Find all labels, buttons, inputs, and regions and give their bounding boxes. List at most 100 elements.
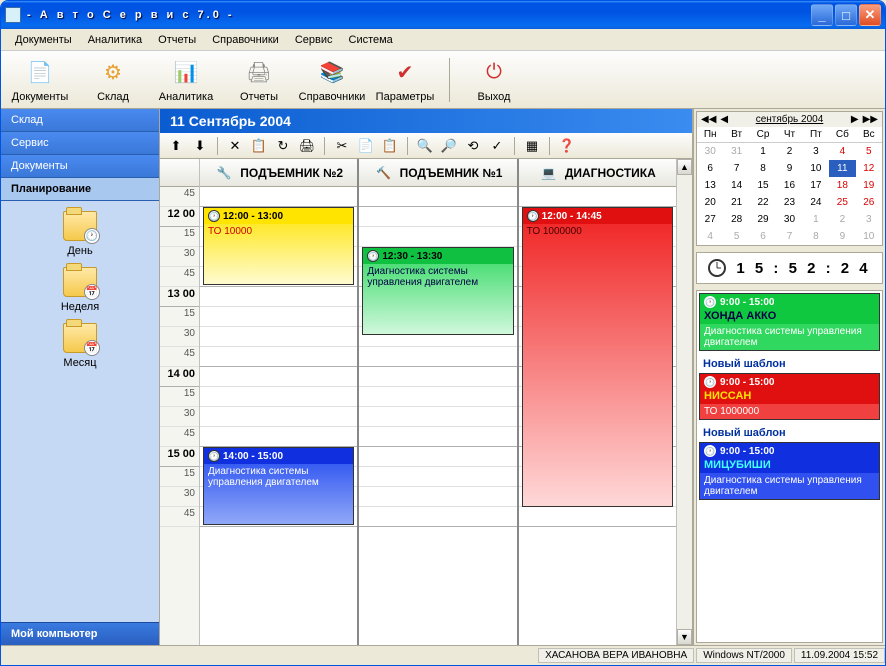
cal-day[interactable]: 22 — [750, 194, 776, 211]
vertical-scrollbar[interactable]: ▲ ▼ — [676, 159, 692, 645]
resource-grid[interactable]: 🕐12:00 - 13:00ТО 10000 🕐14:00 - 15:00Диаг… — [200, 187, 357, 527]
menu-1[interactable]: Аналитика — [80, 32, 150, 48]
caltb-3[interactable]: ✕ — [225, 136, 245, 156]
toolbar-Справочники[interactable]: 📚Справочники — [297, 53, 367, 107]
toolbar-Склад[interactable]: ⚙Склад — [78, 53, 148, 107]
cal-day[interactable]: 7 — [776, 228, 802, 245]
cal-day[interactable]: 24 — [803, 194, 829, 211]
cal-day[interactable]: 18 — [829, 177, 855, 194]
caltb-10[interactable]: 📋 — [380, 136, 400, 156]
toolbar-Выход[interactable]: ⏻Выход — [459, 53, 529, 107]
cal-day[interactable]: 17 — [803, 177, 829, 194]
caltb-5[interactable]: ↻ — [273, 136, 293, 156]
toolbar-Отчеты[interactable]: 🖨Отчеты — [224, 53, 294, 107]
sidebar-folder-День[interactable]: 🕐День — [45, 211, 115, 257]
caltb-15[interactable]: ✓ — [487, 136, 507, 156]
cal-next-month[interactable]: ▶ — [849, 114, 861, 125]
caltb-0[interactable]: ⬆ — [166, 136, 186, 156]
cal-day[interactable]: 5 — [856, 143, 882, 160]
cal-day[interactable]: 30 — [697, 143, 723, 160]
sidebar-item-0[interactable]: Склад — [1, 109, 159, 132]
template-item[interactable]: 🕐9:00 - 15:00МИЦУБИШИДиагностика системы… — [699, 442, 880, 500]
toolbar-Параметры[interactable]: ✔Параметры — [370, 53, 440, 107]
cal-day[interactable]: 14 — [723, 177, 749, 194]
cal-day[interactable]: 11 — [829, 160, 855, 177]
caltb-13[interactable]: 🔎 — [439, 136, 459, 156]
sidebar-item-3[interactable]: Планирование — [1, 178, 159, 201]
template-item[interactable]: 🕐9:00 - 15:00НИССАНТО 1000000 — [699, 373, 880, 420]
cal-day[interactable]: 3 — [856, 211, 882, 228]
cal-prev-month[interactable]: ◀ — [718, 114, 730, 125]
resource-grid[interactable]: 🕐12:00 - 14:45ТО 1000000 — [519, 187, 676, 527]
cal-day[interactable]: 8 — [803, 228, 829, 245]
cal-prev-year[interactable]: ◀◀ — [699, 114, 718, 125]
cal-day[interactable]: 13 — [697, 177, 723, 194]
cal-day[interactable]: 3 — [803, 143, 829, 160]
menu-3[interactable]: Справочники — [204, 32, 287, 48]
cal-day[interactable]: 10 — [856, 228, 882, 245]
caltb-4[interactable]: 📋 — [249, 136, 269, 156]
cal-day[interactable]: 20 — [697, 194, 723, 211]
cal-day[interactable]: 2 — [829, 211, 855, 228]
resource-header[interactable]: 🔨ПОДЪЕМНИК №1 — [359, 159, 516, 187]
resource-header[interactable]: 🔧ПОДЪЕМНИК №2 — [200, 159, 357, 187]
cal-day[interactable]: 10 — [803, 160, 829, 177]
menu-0[interactable]: Документы — [7, 32, 80, 48]
cal-day[interactable]: 9 — [776, 160, 802, 177]
caltb-17[interactable]: ▦ — [522, 136, 542, 156]
appointment[interactable]: 🕐12:30 - 13:30Диагностика системы управл… — [362, 247, 513, 335]
cal-day[interactable]: 19 — [856, 177, 882, 194]
caltb-1[interactable]: ⬇ — [190, 136, 210, 156]
menu-2[interactable]: Отчеты — [150, 32, 204, 48]
caltb-14[interactable]: ⟲ — [463, 136, 483, 156]
cal-day[interactable]: 8 — [750, 160, 776, 177]
cal-day[interactable]: 25 — [829, 194, 855, 211]
appointment[interactable]: 🕐14:00 - 15:00Диагностика системы управл… — [203, 447, 354, 525]
sidebar-item-1[interactable]: Сервис — [1, 132, 159, 155]
cal-day[interactable]: 16 — [776, 177, 802, 194]
sidebar-folder-Месяц[interactable]: 📅Месяц — [45, 323, 115, 369]
caltb-6[interactable]: 🖨 — [297, 136, 317, 156]
toolbar-Аналитика[interactable]: 📊Аналитика — [151, 53, 221, 107]
sidebar-item-2[interactable]: Документы — [1, 155, 159, 178]
close-button[interactable]: ✕ — [859, 4, 881, 26]
cal-day[interactable]: 6 — [750, 228, 776, 245]
cal-day[interactable]: 21 — [723, 194, 749, 211]
sidebar-footer[interactable]: Мой компьютер — [1, 622, 159, 645]
resource-grid[interactable]: 🕐12:30 - 13:30Диагностика системы управл… — [359, 187, 516, 527]
cal-day[interactable]: 4 — [697, 228, 723, 245]
resource-header[interactable]: 💻ДИАГНОСТИКА — [519, 159, 676, 187]
cal-day[interactable]: 6 — [697, 160, 723, 177]
menu-4[interactable]: Сервис — [287, 32, 341, 48]
cal-day[interactable]: 31 — [723, 143, 749, 160]
cal-day[interactable]: 12 — [856, 160, 882, 177]
caltb-8[interactable]: ✂ — [332, 136, 352, 156]
cal-day[interactable]: 9 — [829, 228, 855, 245]
caltb-19[interactable]: ❓ — [557, 136, 577, 156]
cal-day[interactable]: 26 — [856, 194, 882, 211]
cal-day[interactable]: 23 — [776, 194, 802, 211]
month-calendar[interactable]: ◀◀ ◀ сентябрь 2004 ▶ ▶▶ ПнВтСрЧтПтСбВс 3… — [696, 111, 883, 246]
minimize-button[interactable]: _ — [811, 4, 833, 26]
cal-day[interactable]: 7 — [723, 160, 749, 177]
cal-day[interactable]: 30 — [776, 211, 802, 228]
cal-day[interactable]: 5 — [723, 228, 749, 245]
caltb-12[interactable]: 🔍 — [415, 136, 435, 156]
toolbar-Документы[interactable]: 📄Документы — [5, 53, 75, 107]
cal-day[interactable]: 4 — [829, 143, 855, 160]
cal-day[interactable]: 15 — [750, 177, 776, 194]
appointment[interactable]: 🕐12:00 - 13:00ТО 10000 — [203, 207, 354, 285]
cal-day[interactable]: 28 — [723, 211, 749, 228]
cal-next-year[interactable]: ▶▶ — [861, 114, 880, 125]
menu-5[interactable]: Система — [341, 32, 401, 48]
cal-title[interactable]: сентябрь 2004 — [730, 114, 849, 125]
cal-day[interactable]: 1 — [750, 143, 776, 160]
cal-day[interactable]: 27 — [697, 211, 723, 228]
appointment[interactable]: 🕐12:00 - 14:45ТО 1000000 — [522, 207, 673, 507]
sidebar-folder-Неделя[interactable]: 📅Неделя — [45, 267, 115, 313]
cal-day[interactable]: 29 — [750, 211, 776, 228]
cal-day[interactable]: 2 — [776, 143, 802, 160]
maximize-button[interactable]: □ — [835, 4, 857, 26]
template-item[interactable]: 🕐9:00 - 15:00ХОНДА АККОДиагностика систе… — [699, 293, 880, 351]
templates-panel[interactable]: 🕐9:00 - 15:00ХОНДА АККОДиагностика систе… — [696, 290, 883, 643]
